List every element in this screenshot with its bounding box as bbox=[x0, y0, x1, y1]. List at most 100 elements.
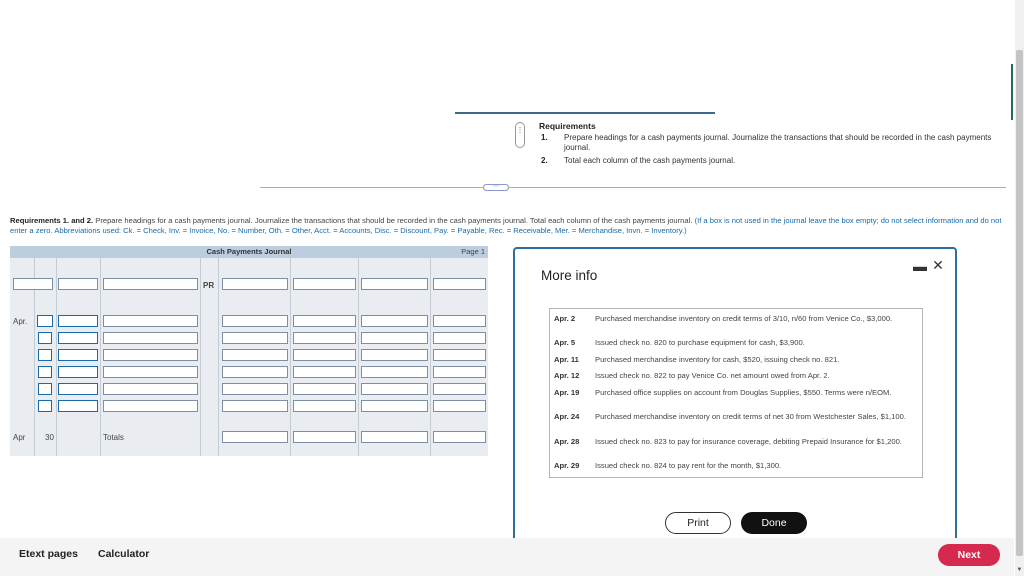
check-no-input[interactable] bbox=[58, 383, 98, 395]
transaction-date: Apr. 2 bbox=[554, 314, 576, 323]
requirement-number: 1. bbox=[541, 133, 548, 142]
amount-col7-input[interactable] bbox=[361, 400, 428, 412]
column-divider bbox=[290, 258, 291, 456]
amount-col7-input[interactable] bbox=[361, 349, 428, 361]
check-no-input[interactable] bbox=[58, 332, 98, 344]
transaction-row: Apr. 29 Issued check no. 824 to pay rent… bbox=[550, 461, 922, 471]
amount-col7-input[interactable] bbox=[361, 383, 428, 395]
date-day-input[interactable] bbox=[38, 349, 52, 361]
cash-payments-journal: Cash Payments Journal Page 1 PR Apr. Apr… bbox=[10, 246, 488, 456]
more-info-dialog: More info ▬ ✕ Apr. 2 Purchased merchandi… bbox=[513, 247, 957, 559]
amount-col8-input[interactable] bbox=[433, 383, 486, 395]
amount-col6-input[interactable] bbox=[293, 400, 356, 412]
scrollbar-thumb[interactable] bbox=[1016, 50, 1023, 556]
amount-col5-input[interactable] bbox=[222, 315, 288, 327]
drag-handle-icon[interactable]: ⋮ bbox=[515, 122, 525, 148]
done-button[interactable]: Done bbox=[741, 512, 807, 534]
date-day-input[interactable] bbox=[38, 383, 52, 395]
check-no-input[interactable] bbox=[58, 366, 98, 378]
calculator-link[interactable]: Calculator bbox=[98, 548, 149, 560]
journal-grid: PR Apr. Apr 30 Totals bbox=[10, 258, 488, 456]
amount-col8-input[interactable] bbox=[433, 332, 486, 344]
transaction-row: Apr. 11 Purchased merchandise inventory … bbox=[550, 355, 922, 365]
minimize-icon[interactable]: ▬ bbox=[913, 259, 927, 273]
amount-col5-input[interactable] bbox=[222, 349, 288, 361]
section-divider bbox=[260, 187, 1006, 188]
account-input[interactable] bbox=[103, 349, 198, 361]
transaction-text: Issued check no. 823 to pay for insuranc… bbox=[595, 437, 902, 446]
amount-col7-input[interactable] bbox=[361, 332, 428, 344]
date-day-input[interactable] bbox=[38, 366, 52, 378]
transaction-text: Issued check no. 824 to pay rent for the… bbox=[595, 461, 782, 470]
column-divider bbox=[100, 258, 101, 456]
scroll-down-arrow-icon[interactable]: ▼ bbox=[1015, 566, 1024, 575]
totals-label: Totals bbox=[103, 433, 124, 442]
transaction-text: Issued check no. 822 to pay Venice Co. n… bbox=[595, 371, 830, 380]
account-input[interactable] bbox=[103, 366, 198, 378]
account-input[interactable] bbox=[103, 332, 198, 344]
account-input[interactable] bbox=[103, 383, 198, 395]
amount-col6-input[interactable] bbox=[293, 366, 356, 378]
header-col7-input[interactable] bbox=[361, 278, 428, 290]
close-icon[interactable]: ✕ bbox=[931, 258, 945, 272]
amount-col8-input[interactable] bbox=[433, 400, 486, 412]
scrollbar[interactable]: ▼ bbox=[1015, 0, 1024, 576]
amount-col6-input[interactable] bbox=[293, 349, 356, 361]
amount-col5-input[interactable] bbox=[222, 383, 288, 395]
amount-col5-input[interactable] bbox=[222, 332, 288, 344]
amount-col6-input[interactable] bbox=[293, 332, 356, 344]
requirement-item: 2. Total each column of the cash payment… bbox=[539, 156, 999, 166]
amount-col5-input[interactable] bbox=[222, 366, 288, 378]
total-col6-input[interactable] bbox=[293, 431, 356, 443]
transaction-date: Apr. 5 bbox=[554, 338, 576, 347]
transaction-row: Apr. 19 Purchased office supplies on acc… bbox=[550, 388, 922, 398]
transaction-row: Apr. 2 Purchased merchandise inventory o… bbox=[550, 314, 922, 324]
total-col8-input[interactable] bbox=[433, 431, 486, 443]
pr-column-label: PR bbox=[203, 281, 215, 290]
check-no-input[interactable] bbox=[58, 349, 98, 361]
check-no-input[interactable] bbox=[58, 315, 98, 327]
instructions-heading: Requirements 1. and 2. bbox=[10, 216, 94, 225]
amount-col8-input[interactable] bbox=[433, 315, 486, 327]
amount-col5-input[interactable] bbox=[222, 400, 288, 412]
account-input[interactable] bbox=[103, 315, 198, 327]
date-day-input[interactable] bbox=[38, 332, 52, 344]
total-col5-input[interactable] bbox=[222, 431, 288, 443]
amount-col7-input[interactable] bbox=[361, 366, 428, 378]
amount-col8-input[interactable] bbox=[433, 349, 486, 361]
requirement-text: Total each column of the cash payments j… bbox=[564, 156, 736, 165]
check-no-input[interactable] bbox=[58, 400, 98, 412]
account-input[interactable] bbox=[103, 400, 198, 412]
transaction-row: Apr. 24 Purchased merchandise inventory … bbox=[550, 412, 922, 422]
instructions: Requirements 1. and 2. Prepare headings … bbox=[10, 216, 1010, 236]
amount-col6-input[interactable] bbox=[293, 315, 356, 327]
transaction-row: Apr. 28 Issued check no. 823 to pay for … bbox=[550, 437, 922, 447]
amount-col7-input[interactable] bbox=[361, 315, 428, 327]
first-row-month: Apr. bbox=[13, 317, 28, 326]
total-col7-input[interactable] bbox=[361, 431, 428, 443]
header-col6-input[interactable] bbox=[293, 278, 356, 290]
amount-col6-input[interactable] bbox=[293, 383, 356, 395]
transaction-row: Apr. 5 Issued check no. 820 to purchase … bbox=[550, 338, 922, 348]
date-day-input[interactable] bbox=[37, 315, 53, 327]
etext-pages-link[interactable]: Etext pages bbox=[19, 548, 78, 560]
amount-col8-input[interactable] bbox=[433, 366, 486, 378]
header-check-no-input[interactable] bbox=[58, 278, 98, 290]
header-account-input[interactable] bbox=[103, 278, 198, 290]
header-col5-input[interactable] bbox=[222, 278, 288, 290]
requirement-text: Prepare headings for a cash payments jou… bbox=[564, 133, 992, 152]
header-date-input[interactable] bbox=[13, 278, 53, 290]
print-button[interactable]: Print bbox=[665, 512, 731, 534]
journal-page-number: Page 1 bbox=[461, 247, 485, 256]
transaction-date: Apr. 12 bbox=[554, 371, 580, 380]
next-button[interactable]: Next bbox=[938, 544, 1000, 566]
column-divider bbox=[358, 258, 359, 456]
transaction-text: Purchased merchandise inventory on credi… bbox=[595, 314, 893, 323]
date-day-input[interactable] bbox=[38, 400, 52, 412]
transaction-text: Issued check no. 820 to purchase equipme… bbox=[595, 338, 805, 347]
transaction-text: Purchased merchandise inventory on credi… bbox=[595, 412, 906, 421]
expand-handle-icon[interactable]: ⋯ bbox=[483, 184, 509, 191]
header-col8-input[interactable] bbox=[433, 278, 486, 290]
totals-month: Apr bbox=[13, 433, 26, 442]
transaction-date: Apr. 11 bbox=[554, 355, 579, 364]
